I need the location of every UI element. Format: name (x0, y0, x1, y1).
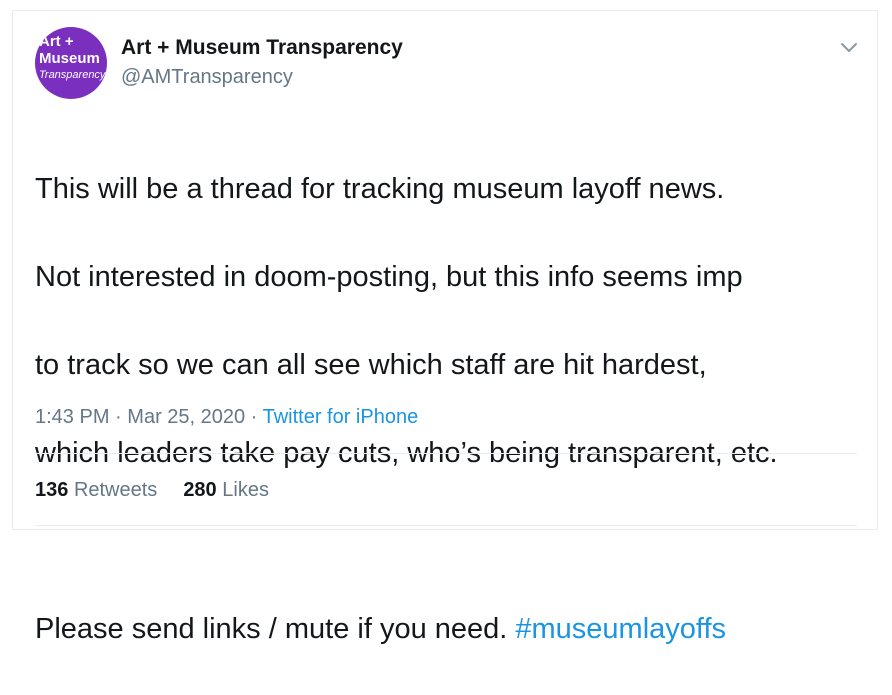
hashtag-link[interactable]: #museumlayoffs (515, 613, 726, 645)
avatar-text-line: Museum (39, 50, 100, 67)
tweet-text-line: Not interested in doom-posting, but this… (35, 261, 743, 293)
tweet-text-closing: Please send links / mute if you need. (35, 613, 508, 645)
meta-separator: · (250, 406, 258, 428)
tweet-card: Art + Museum Transparency Art + Museum T… (12, 10, 878, 645)
tweet-stats: 136 Retweets 280 Likes (35, 479, 269, 502)
chevron-down-icon-svg (841, 43, 857, 52)
tweet-meta: 1:43 PM · Mar 25, 2020 · Twitter for iPh… (35, 406, 418, 429)
tweet-time[interactable]: 1:43 PM (35, 406, 109, 428)
avatar-text-line: Art + (39, 33, 74, 50)
tweet-text-line-last: Please send links / mute if you need. #m… (35, 607, 871, 651)
likes-stat[interactable]: 280 Likes (183, 479, 269, 501)
tweet-text-line: This will be a thread for tracking museu… (35, 173, 725, 205)
display-name[interactable]: Art + Museum Transparency (121, 36, 403, 60)
avatar-text-line: Transparency (39, 69, 106, 81)
tweet-text-line: to track so we can all see which staff a… (35, 349, 707, 381)
meta-separator: · (115, 406, 122, 428)
retweets-stat[interactable]: 136 Retweets (35, 479, 157, 501)
user-handle[interactable]: @AMTransparency (121, 66, 293, 89)
likes-label: Likes (222, 479, 269, 501)
divider (35, 453, 857, 454)
tweet-date[interactable]: Mar 25, 2020 (127, 406, 245, 428)
retweets-label: Retweets (73, 479, 158, 501)
tweet-source-link[interactable]: Twitter for iPhone (263, 406, 419, 428)
divider (35, 525, 857, 526)
chevron-down-icon[interactable] (839, 37, 859, 57)
avatar[interactable]: Art + Museum Transparency (35, 27, 107, 99)
retweets-count: 136 (35, 479, 69, 501)
likes-count: 280 (183, 479, 217, 501)
